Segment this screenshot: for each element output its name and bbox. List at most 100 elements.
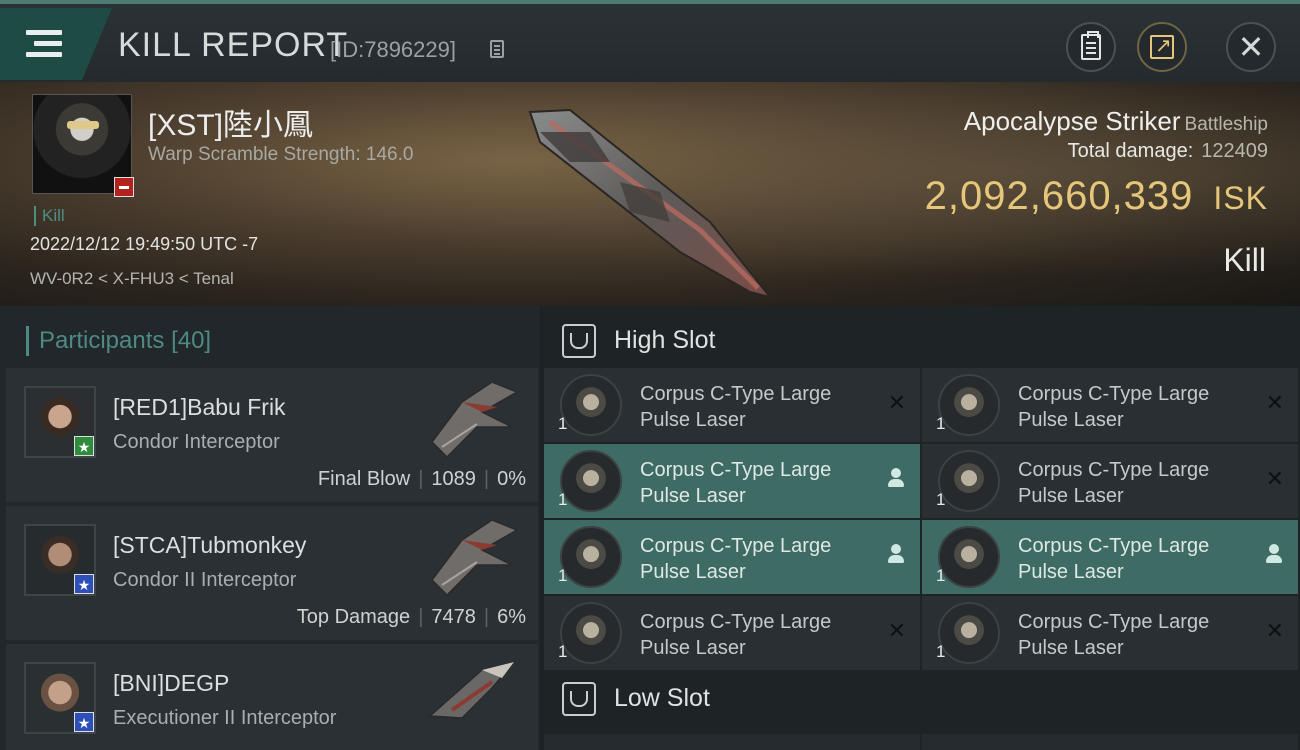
participant-ship-image [428,660,517,719]
isk-amount: 2,092,660,339 [924,174,1194,218]
participant-percent: 6% [497,606,526,628]
page-title: KILL REPORT [118,26,349,64]
module-quantity: 1 [936,566,946,585]
fitting-panel: High Slot 1 Corpus C-Type Large Pulse Las… [542,306,1300,750]
kill-result: Kill [1223,242,1266,278]
participant-ship-image [431,381,519,459]
kill-datetime: 2022/12/12 19:49:50 UTC -7 [30,234,259,254]
module-icon [938,602,1000,664]
module-quantity: 1 [558,566,568,585]
module-icon [560,602,622,664]
menu-icon [26,30,62,58]
victim-name[interactable]: [XST]陸小鳳 [148,100,313,144]
module-icon [938,450,1000,512]
module-icon [938,526,1000,588]
destroyed-x-icon: ✕ [1265,466,1284,491]
participant-damage: 7478 [431,606,476,628]
participants-header: Participants [40] [26,326,211,356]
standing-star-icon: ★ [74,436,94,456]
isk-unit: ISK [1213,180,1268,216]
module-item[interactable]: 1 Corpus C-Type Large Pulse Laser ✕ [922,596,1298,670]
copy-icon[interactable] [490,40,504,58]
module-item[interactable]: 1 Corpus C-Type Large Pulse Laser ✕ [544,368,920,442]
victim-ship-image [528,108,773,299]
participant-ship: Condor II Interceptor [113,569,297,591]
module-icon [938,374,1000,436]
module-icon [560,374,622,436]
module-name: Corpus C-Type Large Pulse Laser [1018,535,1210,583]
module-item[interactable]: 1 Corpus C-Type Large Pulse Laser [922,520,1298,594]
module-quantity: 1 [558,642,568,661]
kill-location[interactable]: WV-0R2 < X-FHU3 < Tenal [30,269,234,289]
top-bar: KILL REPORT [ID:7896229] ✕ [0,0,1300,82]
destroyed-x-icon: ✕ [887,618,906,643]
module-name: Corpus C-Type Large Pulse Laser [1018,611,1210,659]
participant-percent: 0% [497,468,526,490]
destroyed-x-icon: ✕ [1265,390,1284,415]
module-quantity: 1 [558,490,568,509]
module-item[interactable]: 1 Corpus C-Type Large Pulse Laser ✕ [544,596,920,670]
clipboard-button[interactable] [1066,22,1116,72]
standing-star-icon: ★ [74,574,94,594]
participant-ship-image [431,519,519,597]
module-name: Corpus C-Type Large Pulse Laser [1018,383,1210,431]
module-name: Corpus C-Type Large Pulse Laser [640,535,832,583]
dropped-person-icon [888,468,904,488]
module-item[interactable]: 1 Corpus C-Type Large Pulse Laser [544,520,920,594]
participant-stats: Final Blow | 1089 | 0% [317,468,526,490]
high-slot-title: High Slot [614,326,716,354]
module-quantity: 1 [936,490,946,509]
module-name: Corpus C-Type Large Pulse Laser [1018,459,1210,507]
participant-role: Top Damage [296,606,411,628]
dropped-person-icon [888,544,904,564]
module-quantity: 1 [558,414,568,433]
close-button[interactable]: ✕ [1226,22,1276,72]
participant-role: Final Blow [317,468,411,490]
module-item[interactable]: 1 Corpus C-Type Large Pulse Laser ✕ [922,368,1298,442]
participant-row[interactable]: ★ [STCA]Tubmonkey Condor II Interceptor … [6,506,538,640]
module-item[interactable] [544,734,920,750]
participant-ship: Condor Interceptor [113,431,280,453]
report-id: [ID:7896229] [330,37,456,62]
share-icon [1150,33,1174,59]
module-quantity: 1 [936,642,946,661]
total-damage-value: 122409 [1201,140,1268,162]
total-damage: Total damage: 122409 [1068,140,1268,163]
share-button[interactable] [1137,22,1187,72]
low-slot-icon [562,682,596,716]
participants-panel: Participants [40] ★ [RED1]Babu Frik Cond… [0,306,540,750]
low-slot-title: Low Slot [614,684,710,712]
module-item[interactable] [922,734,1298,750]
high-slot-icon [562,324,596,358]
module-name: Corpus C-Type Large Pulse Laser [640,611,832,659]
module-quantity: 1 [936,414,946,433]
ship-class: Battleship [1184,114,1268,135]
security-status-icon [114,177,134,197]
module-item[interactable]: 1 Corpus C-Type Large Pulse Laser ✕ [922,444,1298,518]
dropped-person-icon [1266,544,1282,564]
victim-panel: [XST]陸小鳳 Warp Scramble Strength: 146.0 K… [0,82,1300,306]
module-icon [560,526,622,588]
destroyed-x-icon: ✕ [887,390,906,415]
total-damage-label: Total damage: [1067,140,1194,162]
participant-row[interactable]: ★ [BNI]DEGP Executioner II Interceptor [6,644,538,750]
ship-name-text: Apocalypse Striker [963,106,1181,136]
warp-scramble-strength: Warp Scramble Strength: 146.0 [148,144,414,165]
victim-ship-name[interactable]: Apocalypse Striker Battleship [964,106,1268,137]
participant-row[interactable]: ★ [RED1]Babu Frik Condor Interceptor Fin… [6,368,538,502]
clipboard-icon [1081,31,1101,60]
destroyed-x-icon: ✕ [1265,618,1284,643]
participants-label: Participants [39,327,165,354]
participants-count: [40] [171,327,212,354]
menu-button[interactable] [0,8,112,80]
participant-name: [BNI]DEGP [113,670,230,696]
participant-name: [RED1]Babu Frik [113,394,286,420]
module-name: Corpus C-Type Large Pulse Laser [640,383,832,431]
module-name: Corpus C-Type Large Pulse Laser [640,459,832,507]
module-item[interactable]: 1 Corpus C-Type Large Pulse Laser [544,444,920,518]
participant-stats: Top Damage | 7478 | 6% [296,606,526,628]
standing-star-icon: ★ [74,712,94,732]
module-icon [560,450,622,512]
isk-value: 2,092,660,339 ISK [925,174,1268,219]
kill-tag: Kill [34,206,65,226]
